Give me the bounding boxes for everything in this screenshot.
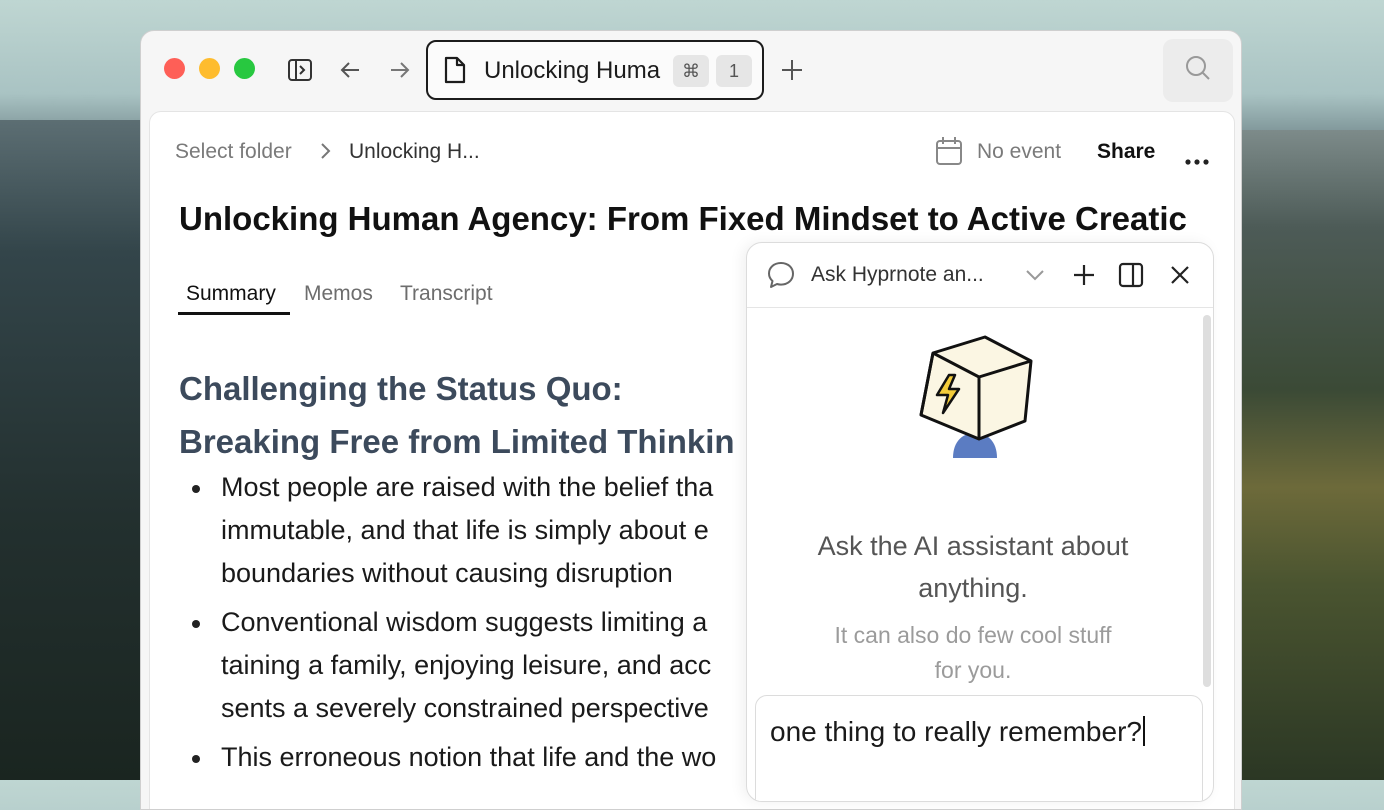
titlebar: Unlocking Huma ⌘ 1 xyxy=(141,31,1241,111)
back-arrow-icon[interactable] xyxy=(335,55,365,85)
calendar-icon[interactable] xyxy=(935,136,963,172)
plus-icon[interactable] xyxy=(1068,259,1100,291)
tab-memos[interactable]: Memos xyxy=(304,282,373,306)
zoom-window-button[interactable] xyxy=(234,58,255,79)
assistant-header: Ask Hyprnote an... xyxy=(747,243,1213,308)
bullet-dot xyxy=(192,620,200,628)
breadcrumb-folder[interactable]: Select folder xyxy=(175,140,292,164)
minimize-window-button[interactable] xyxy=(199,58,220,79)
chevron-right-icon xyxy=(318,142,332,166)
assistant-prompt-sub-2: for you. xyxy=(934,657,1012,683)
bullet-line: This erroneous notion that life and the … xyxy=(221,742,717,772)
document-tab[interactable]: Unlocking Huma ⌘ 1 xyxy=(426,40,764,100)
chevron-down-icon[interactable] xyxy=(1019,259,1051,291)
bullet-line: immutable, and that life is simply about… xyxy=(221,515,709,545)
forward-arrow-icon[interactable] xyxy=(385,55,415,85)
assistant-prompt-heading: Ask the AI assistant about xyxy=(817,531,1129,561)
assistant-input[interactable]: one thing to really remember? xyxy=(755,695,1203,801)
section-heading: Challenging the Status Quo: xyxy=(179,370,623,407)
text-caret xyxy=(1142,716,1145,746)
bullet-line: boundaries without causing disruption xyxy=(221,558,673,588)
section-heading-line2: Breaking Free from Limited Thinkin xyxy=(179,423,735,460)
bullet-line: sents a severely constrained perspective xyxy=(221,693,709,723)
sidebar-toggle-icon[interactable] xyxy=(285,55,315,85)
document-title[interactable]: Unlocking Human Agency: From Fixed Minds… xyxy=(179,200,1209,238)
bullet-line: Most people are raised with the belief t… xyxy=(221,472,714,502)
search-button[interactable] xyxy=(1163,39,1233,102)
panel-scrollbar[interactable] xyxy=(1203,315,1211,687)
bullet-line: taining a family, enjoying leisure, and … xyxy=(221,650,712,680)
document-icon xyxy=(440,55,470,85)
bullet-line: Conventional wisdom suggests limiting a xyxy=(221,607,708,637)
search-icon xyxy=(1184,54,1212,87)
tab-title: Unlocking Huma xyxy=(484,57,661,84)
assistant-title[interactable]: Ask Hyprnote an... xyxy=(811,263,984,287)
split-view-icon[interactable] xyxy=(1115,259,1147,291)
assistant-panel: Ask Hyprnote an... Ask the AI assistant … xyxy=(746,242,1214,802)
assistant-prompt-sub: It can also do few cool stuff xyxy=(834,622,1112,648)
bullet-dot xyxy=(192,485,200,493)
more-icon[interactable] xyxy=(1184,148,1210,172)
shortcut-cmd-key: ⌘ xyxy=(673,55,709,87)
tab-transcript[interactable]: Transcript xyxy=(400,282,493,306)
share-button[interactable]: Share xyxy=(1097,140,1155,164)
breadcrumb-current[interactable]: Unlocking H... xyxy=(349,140,480,164)
assistant-input-value: one thing to really remember? xyxy=(770,716,1142,747)
mascot-icon xyxy=(913,333,1037,461)
event-label[interactable]: No event xyxy=(977,140,1061,164)
close-icon[interactable] xyxy=(1164,259,1196,291)
wallpaper-right xyxy=(1234,130,1384,780)
close-window-button[interactable] xyxy=(164,58,185,79)
shortcut-number-key: 1 xyxy=(716,55,752,87)
plus-icon[interactable] xyxy=(777,55,807,85)
active-tab-indicator xyxy=(178,312,290,315)
tab-summary[interactable]: Summary xyxy=(186,282,276,306)
bullet-dot xyxy=(192,755,200,763)
chat-bubble-icon xyxy=(765,259,797,291)
assistant-input-text[interactable]: one thing to really remember? xyxy=(770,716,1145,748)
assistant-prompt-heading-2: anything. xyxy=(918,573,1028,603)
